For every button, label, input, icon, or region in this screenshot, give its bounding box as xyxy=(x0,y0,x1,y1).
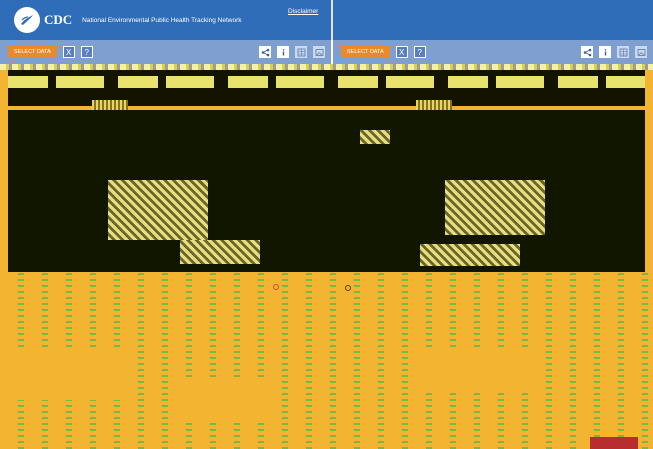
table-icon[interactable] xyxy=(295,46,307,58)
share-icon[interactable] xyxy=(581,46,593,58)
legend-swatch xyxy=(416,100,452,110)
map-feature xyxy=(108,180,208,240)
map-feature xyxy=(360,130,390,144)
map-feature xyxy=(180,240,260,264)
info-icon[interactable] xyxy=(599,46,611,58)
right-map-toolbar: SELECT DATA X ? xyxy=(333,40,653,64)
site-header: CDC National Environmental Public Health… xyxy=(0,0,653,40)
logo-group[interactable]: CDC National Environmental Public Health… xyxy=(0,7,242,33)
table-icon[interactable] xyxy=(617,46,629,58)
cdc-logo-text: CDC xyxy=(44,12,73,27)
close-button[interactable]: X xyxy=(62,46,75,58)
help-button[interactable]: ? xyxy=(413,46,426,58)
map-feature xyxy=(445,180,545,235)
location-marker-icon[interactable] xyxy=(273,284,279,290)
close-button[interactable]: X xyxy=(395,46,408,58)
hhs-eagle-icon xyxy=(14,7,40,33)
disclaimer-link[interactable]: Disclaimer xyxy=(288,8,318,15)
select-data-button[interactable]: SELECT DATA xyxy=(341,46,390,58)
location-marker-icon[interactable] xyxy=(345,285,351,291)
legend-swatch xyxy=(92,100,128,110)
image-icon[interactable] xyxy=(313,46,325,58)
map-region xyxy=(8,110,645,272)
info-icon[interactable] xyxy=(277,46,289,58)
map-feature xyxy=(420,244,520,266)
image-icon[interactable] xyxy=(635,46,647,58)
left-map-toolbar: SELECT DATA X ? xyxy=(0,40,331,64)
map-legend-bar xyxy=(8,76,645,88)
share-icon[interactable] xyxy=(259,46,271,58)
header-divider xyxy=(331,0,333,40)
select-data-button[interactable]: SELECT DATA xyxy=(8,46,57,58)
map-badge xyxy=(590,437,638,449)
site-title: National Environmental Public Health Tra… xyxy=(82,16,242,24)
help-button[interactable]: ? xyxy=(80,46,93,58)
